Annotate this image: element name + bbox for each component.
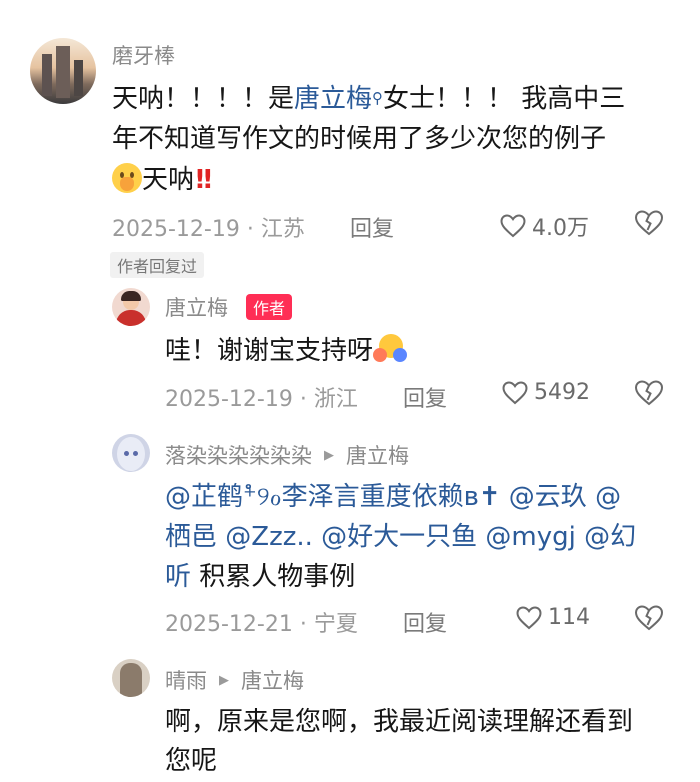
like-button[interactable]: 5492 bbox=[502, 380, 590, 405]
reply-date-location: 2025-12-21 · 宁夏 bbox=[165, 612, 358, 637]
reply-header: 晴雨 ▶ 唐立梅 bbox=[165, 665, 304, 695]
heart-outline-icon bbox=[500, 214, 526, 238]
like-count: 5492 bbox=[534, 380, 590, 405]
triangle-right-icon: ▶ bbox=[219, 672, 229, 688]
double-exclamation-emoji-icon: !! bbox=[194, 165, 214, 195]
reply-text: 您呢 bbox=[165, 746, 218, 776]
reply-header: 落染染染染染染 ▶ 唐立梅 bbox=[165, 440, 409, 470]
mention-list-line[interactable]: @芷鹤⁺ໍ୨ℴ李泽言重度依赖ʙ✝ @云玖 @ bbox=[165, 478, 621, 517]
broken-heart-icon[interactable] bbox=[634, 209, 664, 237]
heart-outline-icon bbox=[502, 380, 528, 404]
reply-date-location: 2025-12-19 · 浙江 bbox=[165, 387, 358, 412]
avatar[interactable] bbox=[112, 434, 150, 472]
reply-to-username[interactable]: 唐立梅 bbox=[241, 665, 304, 695]
avatar[interactable] bbox=[112, 288, 150, 326]
hugging-emoji-icon bbox=[373, 332, 408, 364]
comment-text-line: 天呐！！！！是唐立梅⚲女士！！！ 我高中三 bbox=[112, 84, 626, 114]
like-button[interactable]: 114 bbox=[516, 605, 590, 630]
reply-text: 啊，原来是您啊，我最近阅读理解还看到 bbox=[165, 707, 634, 737]
reply-to-username[interactable]: 唐立梅 bbox=[346, 440, 409, 470]
reply-username[interactable]: 落染染染染染染 bbox=[165, 440, 312, 470]
heart-outline-icon bbox=[516, 605, 542, 629]
reply-button[interactable]: 回复 bbox=[403, 381, 447, 413]
like-button[interactable]: 4.0万 bbox=[500, 210, 589, 242]
broken-heart-icon[interactable] bbox=[634, 604, 664, 632]
shush-face-emoji-icon bbox=[112, 163, 142, 193]
like-count: 4.0万 bbox=[532, 216, 589, 241]
comment-date-location: 2025-12-19 · 江苏 bbox=[112, 217, 305, 242]
reply-text: 听 积累人物事例 bbox=[165, 562, 356, 592]
triangle-right-icon: ▶ bbox=[324, 447, 334, 463]
mention-link[interactable]: 听 bbox=[165, 562, 191, 592]
like-count: 114 bbox=[548, 605, 590, 630]
reply-button[interactable]: 回复 bbox=[403, 606, 447, 638]
author-badge: 作者 bbox=[246, 294, 293, 320]
author-replied-badge: 作者回复过 bbox=[110, 252, 205, 278]
reply-button[interactable]: 回复 bbox=[350, 211, 394, 243]
broken-heart-icon[interactable] bbox=[634, 379, 664, 407]
magnifier-icon[interactable]: ⚲ bbox=[372, 89, 383, 107]
avatar[interactable] bbox=[30, 38, 96, 104]
comment-text-line: 年不知道写作文的时候用了多少次您的例子 bbox=[112, 124, 607, 154]
avatar[interactable] bbox=[112, 659, 150, 697]
reply-username[interactable]: 晴雨 bbox=[165, 665, 207, 695]
comment-username[interactable]: 磨牙棒 bbox=[112, 40, 175, 70]
reply-text: 哇！谢谢宝支持呀 bbox=[165, 332, 408, 371]
mention-link[interactable]: 唐立梅 bbox=[294, 84, 372, 114]
comment-text-line: 天呐!! bbox=[112, 161, 214, 200]
mention-list-line[interactable]: 栖邑 @Zzz.. @好大一只鱼 @mygj @幻 bbox=[165, 518, 636, 557]
reply-username[interactable]: 唐立梅 bbox=[165, 292, 228, 322]
